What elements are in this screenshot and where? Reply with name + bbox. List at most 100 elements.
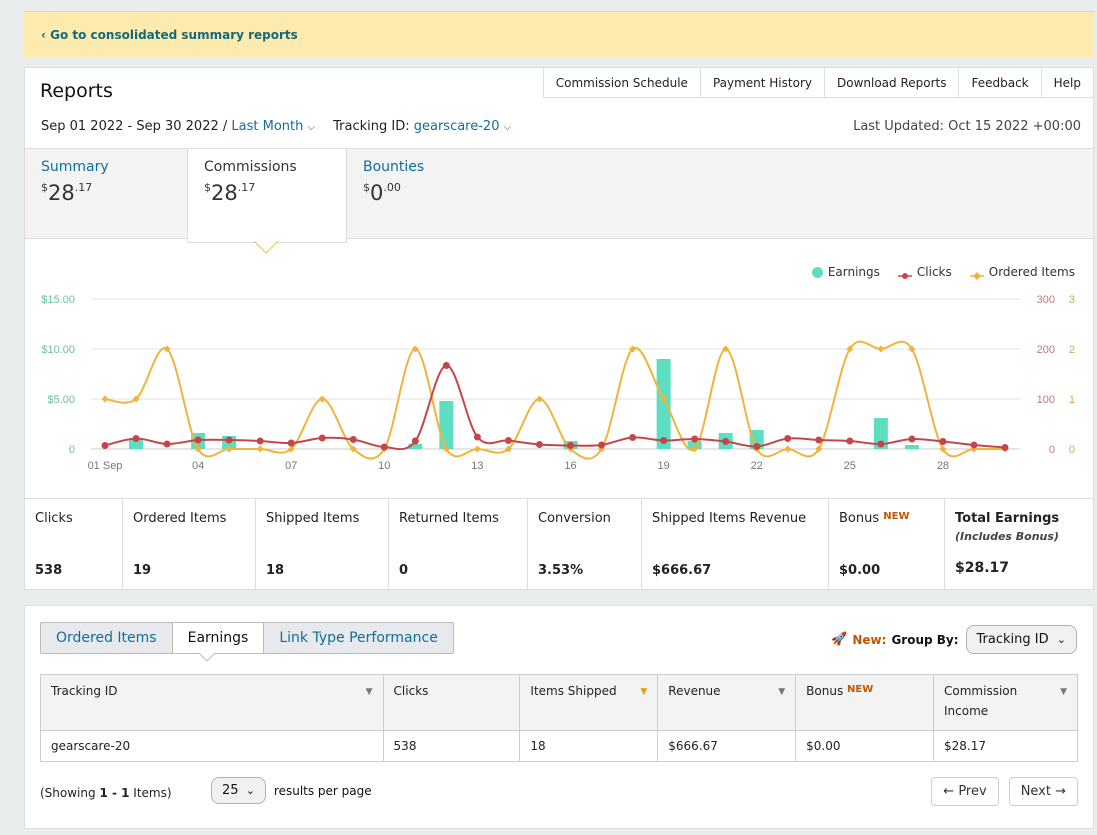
- clicks-point: [349, 436, 357, 443]
- metric-value: $0.00: [839, 563, 881, 578]
- th-revenue[interactable]: Revenue ▼: [657, 674, 797, 731]
- commission-schedule-link[interactable]: Commission Schedule: [542, 67, 701, 98]
- tab-earnings[interactable]: Earnings: [172, 623, 265, 653]
- showing-count: (Showing 1 - 1 Items): [40, 786, 172, 800]
- cell-items-shipped: 18: [519, 730, 659, 762]
- tab-commissions-label: Commissions: [204, 159, 297, 175]
- legend-earnings[interactable]: Earnings: [811, 265, 880, 279]
- clicks-point: [722, 438, 730, 445]
- metric-label: Shipped Items Revenue: [652, 511, 807, 526]
- cell-revenue: $666.67: [657, 730, 797, 762]
- legend-clicks[interactable]: Clicks: [897, 265, 952, 279]
- clicks-point: [473, 433, 481, 441]
- th-items-shipped[interactable]: Items Shipped ▼: [519, 674, 659, 731]
- clicks-point: [256, 437, 264, 445]
- metric-value: $28.17: [955, 560, 1010, 576]
- per-page-select[interactable]: 25 ⌄: [211, 777, 266, 804]
- clicks-point: [535, 441, 543, 448]
- metrics-row: Clicks 538 Ordered Items 19 Shipped Item…: [25, 498, 1093, 590]
- chevron-down-icon: ⌵: [307, 122, 315, 133]
- x-tick-label: 28: [937, 460, 949, 472]
- sort-icon: ▼: [365, 687, 373, 697]
- per-page: 25 ⌄ results per page: [209, 777, 372, 804]
- clicks-point: [411, 437, 419, 445]
- clicks-point: [753, 443, 761, 450]
- metric-label: Bonus NEW: [839, 511, 910, 526]
- metric-sublabel: (Includes Bonus): [955, 530, 1059, 543]
- clicks-point: [567, 442, 575, 449]
- metric-returned-items: Returned Items 0: [389, 499, 528, 590]
- tab-commissions[interactable]: Commissions $28.17: [187, 149, 347, 243]
- x-tick-label: 19: [657, 460, 669, 472]
- group-by-select[interactable]: Tracking ID ⌄: [965, 625, 1077, 654]
- metric-value: $666.67: [652, 563, 712, 578]
- y-tick-earnings: $10.00: [41, 344, 75, 356]
- cell-tracking-id[interactable]: gearscare-20: [40, 730, 384, 762]
- metric-value: 0: [399, 563, 409, 578]
- ordered-items-point: [318, 395, 326, 403]
- th-commission-income[interactable]: Commission Income ▼: [933, 674, 1078, 731]
- sort-icon: ▼: [1060, 687, 1067, 697]
- clicks-point: [784, 435, 792, 442]
- metric-label: Conversion: [538, 511, 611, 526]
- y-tick-clicks: 0: [1049, 444, 1055, 456]
- payment-history-link[interactable]: Payment History: [699, 67, 825, 98]
- x-tick-label: 16: [564, 460, 576, 472]
- chevron-down-icon: ⌄: [245, 784, 255, 797]
- th-tracking-id[interactable]: Tracking ID ▼: [40, 674, 384, 731]
- x-tick-label: 22: [751, 460, 763, 472]
- tab-summary-amount: $28.17: [41, 181, 93, 205]
- tab-bounties-amount: $0.00: [363, 181, 401, 205]
- clicks-point: [101, 442, 109, 449]
- clicks-point: [815, 436, 823, 444]
- prev-button[interactable]: ← Prev: [931, 777, 999, 806]
- legend-ordered-items[interactable]: Ordered Items: [969, 265, 1075, 280]
- feedback-link[interactable]: Feedback: [958, 67, 1042, 98]
- group-by: 🚀 New: Group By: Tracking ID ⌄: [831, 625, 1077, 654]
- y-tick-items: 2: [1069, 344, 1075, 356]
- last-updated: Last Updated: Oct 15 2022 +00:00: [853, 119, 1081, 134]
- cell-clicks: 538: [382, 730, 521, 762]
- tab-summary[interactable]: Summary $28.17: [25, 149, 187, 240]
- earnings-table: Tracking ID ▼ Clicks Items Shipped ▼ Reven…: [40, 674, 1078, 762]
- clicks-point: [691, 435, 699, 443]
- rocket-icon: 🚀: [831, 632, 848, 647]
- tracking-id-dropdown[interactable]: gearscare-20: [414, 119, 500, 134]
- metric-shipped-revenue: Shipped Items Revenue $666.67: [642, 499, 829, 590]
- help-link[interactable]: Help: [1040, 67, 1094, 98]
- download-reports-link[interactable]: Download Reports: [823, 67, 960, 98]
- table-tabs: Ordered Items Earnings Link Type Perform…: [40, 622, 454, 654]
- clicks-point: [908, 435, 916, 443]
- table-header-row: Tracking ID ▼ Clicks Items Shipped ▼ Reven…: [40, 674, 1078, 731]
- y-tick-clicks: 100: [1037, 394, 1055, 406]
- tab-ordered-items[interactable]: Ordered Items: [41, 623, 173, 653]
- metric-label: Returned Items: [399, 511, 499, 526]
- sort-icon: ▼: [640, 687, 648, 697]
- metric-value: 19: [133, 563, 152, 578]
- clicks-point: [1001, 444, 1009, 451]
- th-bonus[interactable]: Bonus NEW: [795, 674, 935, 731]
- clicks-point: [225, 436, 233, 444]
- next-button[interactable]: Next →: [1008, 777, 1078, 806]
- x-tick-label: 10: [378, 460, 390, 472]
- x-tick-label: 13: [471, 460, 483, 472]
- consolidated-summary-link[interactable]: ‹ Go to consolidated summary reports: [41, 28, 298, 42]
- y-tick-clicks: 200: [1037, 344, 1055, 356]
- reports-panel: Reports Commission Schedule Payment Hist…: [24, 67, 1094, 590]
- th-clicks[interactable]: Clicks: [382, 674, 521, 731]
- metric-label: Total Earnings: [955, 511, 1060, 526]
- earnings-bar: [904, 445, 919, 449]
- chart-legend: Earnings Clicks Ordered Items: [811, 265, 1075, 280]
- clicks-point: [194, 436, 202, 444]
- tracking-label: Tracking ID:: [333, 119, 410, 134]
- tab-link-type-performance[interactable]: Link Type Performance: [264, 623, 452, 653]
- cell-commission-income: $28.17: [933, 730, 1078, 762]
- earnings-bar: [439, 401, 454, 449]
- new-label: New:: [852, 632, 887, 647]
- metric-label: Ordered Items: [133, 511, 227, 526]
- tab-bounties[interactable]: Bounties $0.00: [347, 149, 507, 240]
- y-tick-clicks: 300: [1037, 294, 1055, 306]
- period-dropdown[interactable]: Last Month: [231, 119, 303, 134]
- clicks-point: [163, 440, 171, 448]
- clicks-point: [877, 440, 885, 448]
